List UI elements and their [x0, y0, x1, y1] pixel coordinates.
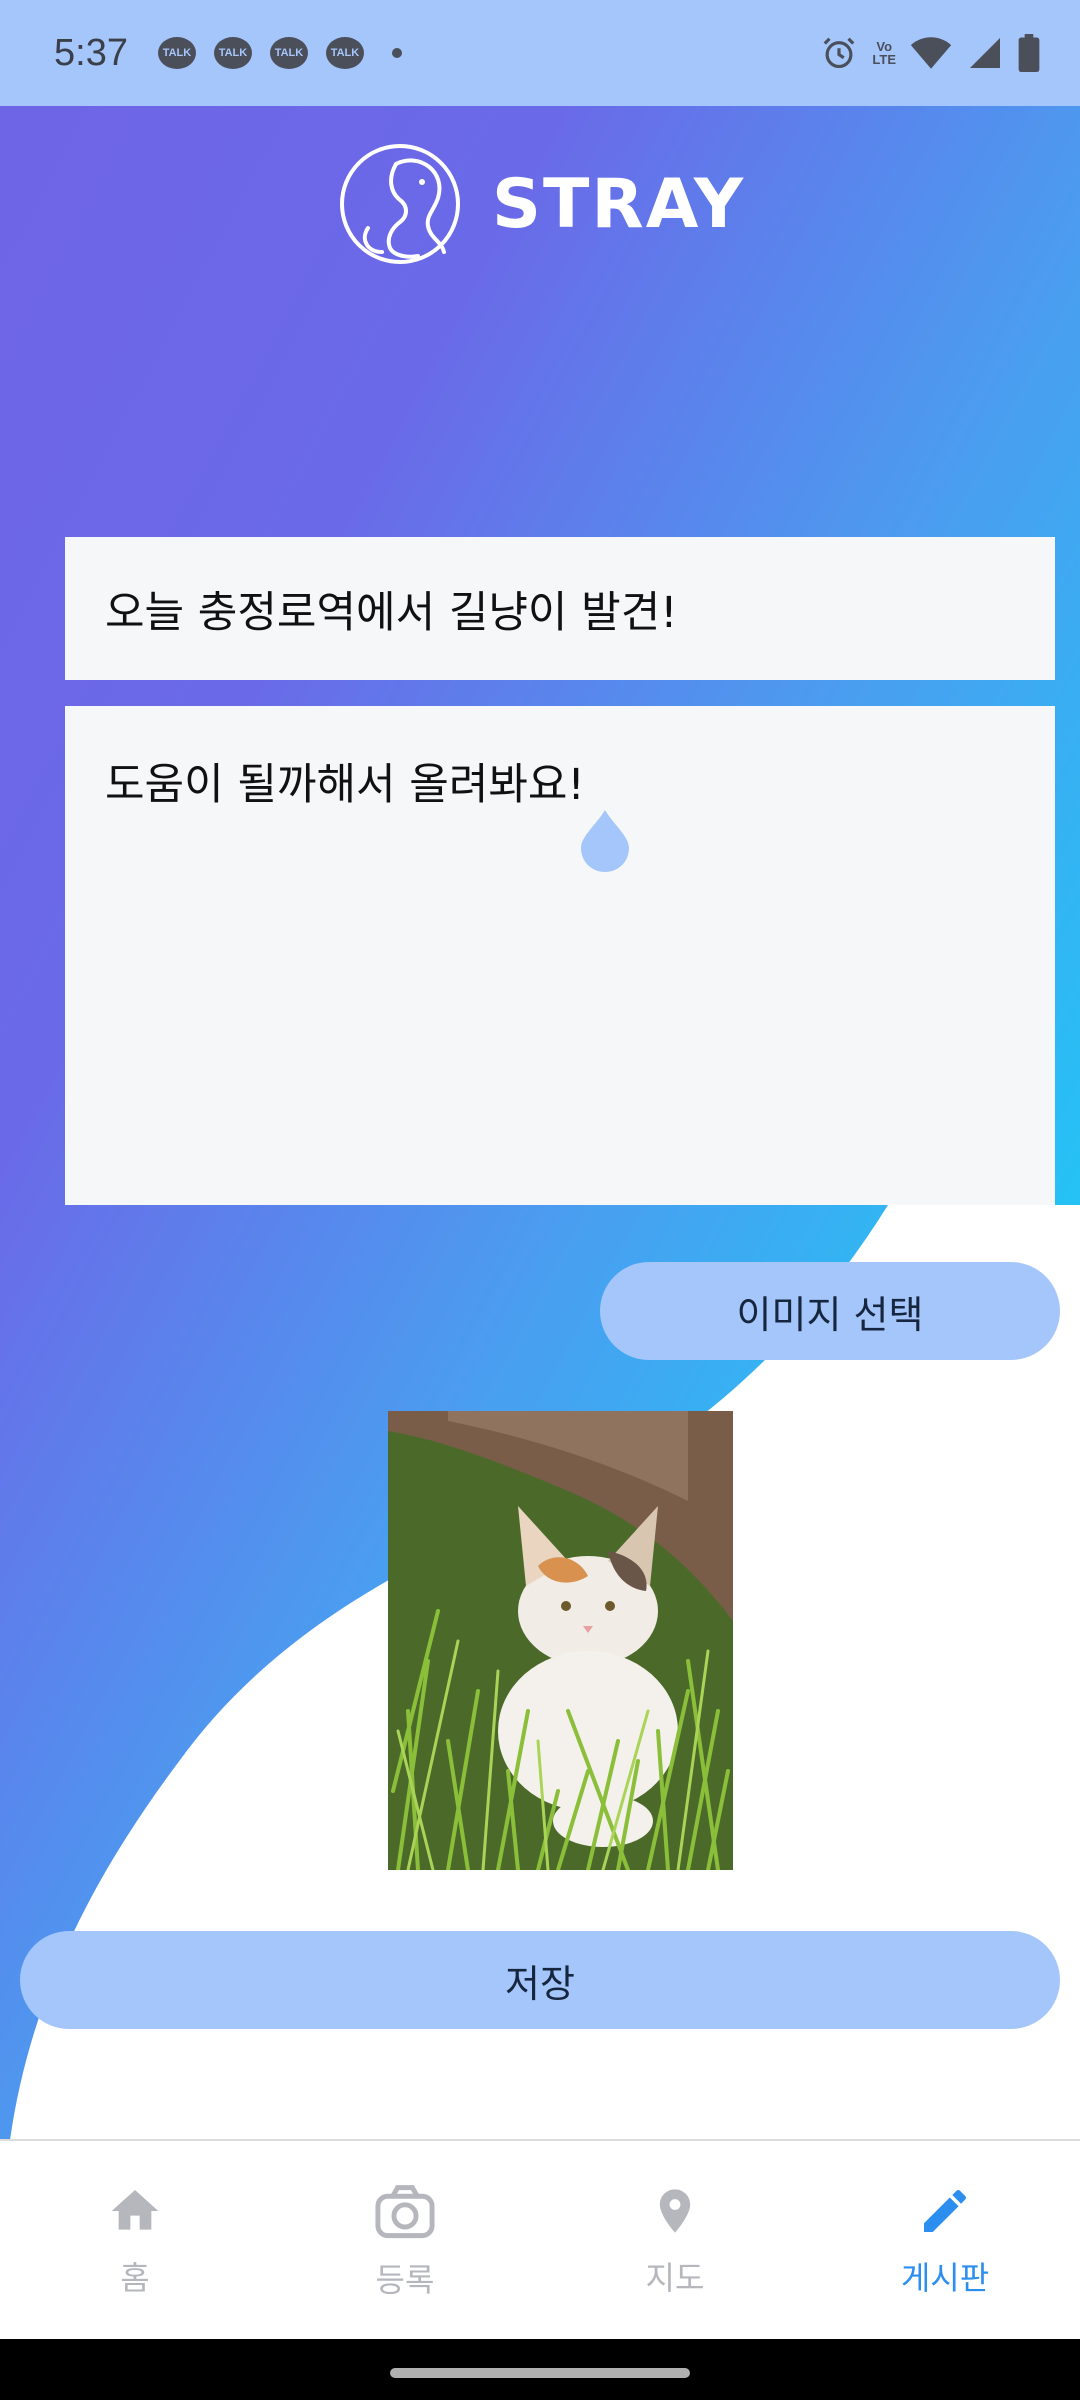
select-image-button[interactable]: 이미지 선택: [600, 1262, 1060, 1360]
nav-label-register: 등록: [375, 2261, 435, 2299]
pencil-icon: [924, 2189, 967, 2232]
status-bar: 5:37 TALK TALK TALK TALK Vo LTE: [0, 0, 1080, 106]
kakaotalk-notification-icon: TALK: [325, 37, 364, 69]
post-content-text: 도움이 될까해서 올려봐요!: [105, 760, 585, 810]
kakaotalk-notification-icon: TALK: [269, 37, 308, 69]
post-content-input[interactable]: 도움이 될까해서 올려봐요!: [65, 706, 1055, 1205]
signal-icon: [970, 38, 1000, 68]
kakaotalk-notification-icon: TALK: [213, 37, 252, 69]
nav-item-home[interactable]: 홈: [0, 2141, 270, 2341]
bottom-navigation: 홈 등록 지도 게시판: [0, 2139, 1080, 2341]
post-title-input[interactable]: 오늘 충정로역에서 길냥이 발견!: [65, 537, 1055, 680]
location-pin-icon: [659, 2189, 691, 2233]
text-cursor-handle[interactable]: [579, 808, 631, 874]
status-time: 5:37: [54, 31, 128, 74]
app-title: STRAY: [492, 164, 746, 244]
selected-cat-photo: [388, 1411, 733, 1870]
kakaotalk-notification-icon: TALK: [157, 37, 196, 69]
nav-item-register[interactable]: 등록: [270, 2141, 540, 2341]
battery-icon: [1018, 34, 1040, 72]
more-notifications-dot: [391, 48, 402, 58]
nav-item-board[interactable]: 게시판: [810, 2141, 1080, 2341]
nav-label-board: 게시판: [900, 2259, 990, 2297]
cat-logo-icon: [340, 144, 460, 264]
camera-icon: [375, 2185, 435, 2239]
alarm-icon: [824, 37, 855, 69]
nav-label-home: 홈: [120, 2259, 150, 2297]
nav-item-map[interactable]: 지도: [540, 2141, 810, 2341]
app-logo: STRAY: [338, 142, 745, 266]
save-button[interactable]: 저장: [20, 1931, 1060, 2029]
nav-label-map: 지도: [645, 2259, 705, 2297]
home-icon: [111, 2190, 159, 2230]
wifi-icon: [910, 37, 952, 69]
volte-icon: Vo LTE: [872, 39, 896, 67]
post-title-text: 오늘 충정로역에서 길냥이 발견!: [105, 587, 678, 638]
home-gesture-handle[interactable]: [390, 2368, 690, 2378]
